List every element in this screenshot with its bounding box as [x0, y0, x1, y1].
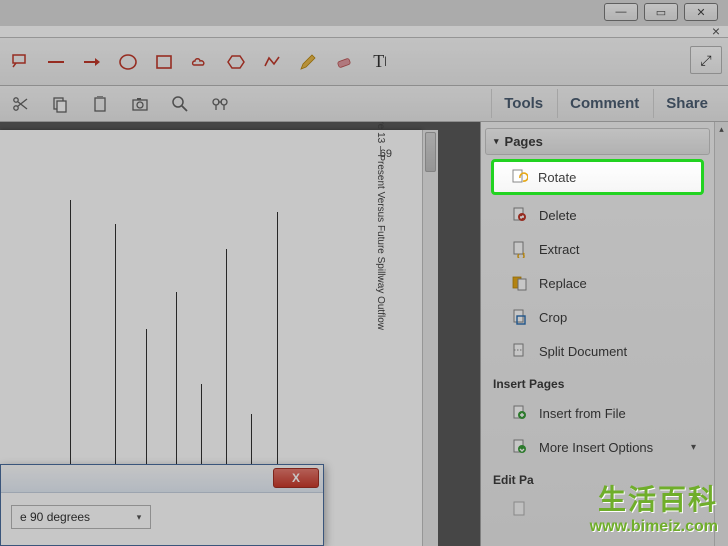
delete-page-icon	[511, 206, 529, 224]
callout-icon[interactable]	[10, 52, 30, 72]
secondary-title-bar: ×	[0, 26, 728, 38]
menu-item-label: Rotate	[538, 170, 576, 185]
text-annotation-icon[interactable]: T|	[370, 52, 390, 72]
comment-tab[interactable]: Comment	[557, 89, 651, 118]
menu-item-label: Replace	[539, 276, 587, 291]
close-icon: X	[292, 471, 300, 485]
close-icon: ✕	[696, 6, 705, 19]
pane-close-button[interactable]: ×	[710, 25, 722, 37]
dialog-close-button[interactable]: X	[273, 468, 319, 488]
dialog-titlebar[interactable]: X	[1, 465, 323, 493]
pencil-icon[interactable]	[298, 52, 318, 72]
scrollbar-thumb[interactable]	[425, 132, 436, 172]
window-close-button[interactable]: ✕	[684, 3, 718, 21]
maximize-icon: ▭	[656, 6, 666, 19]
insert-from-file-item[interactable]: Insert from File	[489, 397, 706, 429]
snapshot-icon[interactable]	[130, 94, 150, 114]
figure-caption: Figure 13 – Present Versus Future Spillw…	[375, 122, 386, 330]
find-icon[interactable]	[210, 94, 230, 114]
expand-toolbar-button[interactable]: ⤢	[690, 46, 722, 74]
oval-icon[interactable]	[118, 52, 138, 72]
insert-file-icon	[511, 404, 529, 422]
pages-panel-title: Pages	[505, 134, 543, 149]
line-icon[interactable]	[46, 52, 66, 72]
secondary-toolbar: Tools Comment Share	[0, 86, 728, 122]
menu-item-label: Extract	[539, 242, 579, 257]
tools-pane: ▾ Pages Rotate Delete Extract Replace	[480, 122, 728, 546]
menu-item-label: Crop	[539, 310, 567, 325]
extract-page-icon	[511, 240, 529, 258]
minimize-icon: —	[616, 6, 627, 18]
copy-icon[interactable]	[50, 94, 70, 114]
pages-panel-header[interactable]: ▾ Pages	[485, 128, 710, 155]
rotate-dialog: X e 90 degrees ▾	[0, 464, 324, 546]
rotation-direction-dropdown[interactable]: e 90 degrees ▾	[11, 505, 151, 529]
share-tab[interactable]: Share	[653, 89, 720, 118]
menu-item-label: Delete	[539, 208, 577, 223]
window-minimize-button[interactable]: —	[604, 3, 638, 21]
extract-pages-item[interactable]: Extract	[489, 233, 706, 265]
scissors-icon[interactable]	[10, 94, 30, 114]
polygon-icon[interactable]	[262, 52, 282, 72]
edit-pages-placeholder-item[interactable]	[489, 493, 706, 525]
expand-icon: ⤢	[700, 52, 711, 69]
replace-page-icon	[511, 274, 529, 292]
rotate-page-icon	[510, 168, 528, 186]
document-scrollbar[interactable]	[422, 130, 438, 546]
hexagon-icon[interactable]	[226, 52, 246, 72]
tools-tab[interactable]: Tools	[491, 89, 555, 118]
clipboard-icon[interactable]	[90, 94, 110, 114]
rotate-pages-item[interactable]: Rotate	[491, 159, 704, 195]
window-maximize-button[interactable]: ▭	[644, 3, 678, 21]
annotation-toolbar: T| ⤢	[0, 38, 728, 86]
page-figure	[70, 200, 322, 506]
insert-pages-header: Insert Pages	[485, 369, 710, 395]
arrow-icon[interactable]	[82, 52, 102, 72]
split-page-icon	[511, 342, 529, 360]
submenu-caret-icon: ▾	[691, 442, 696, 453]
tools-scrollbar[interactable]: ▴	[714, 122, 728, 546]
split-document-item[interactable]: Split Document	[489, 335, 706, 367]
menu-item-label: Split Document	[539, 344, 627, 359]
chevron-down-icon: ▾	[132, 510, 146, 524]
crop-pages-item[interactable]: Crop	[489, 301, 706, 333]
dropdown-value: e 90 degrees	[20, 510, 90, 524]
cloud-icon[interactable]	[190, 52, 210, 72]
eraser-icon[interactable]	[334, 52, 354, 72]
insert-more-icon	[511, 438, 529, 456]
zoom-icon[interactable]	[170, 94, 190, 114]
edit-pages-header: Edit Pa	[485, 465, 710, 491]
collapse-icon: ▾	[494, 136, 499, 147]
page-icon	[511, 500, 529, 518]
menu-item-label: Insert from File	[539, 406, 626, 421]
scroll-up-icon[interactable]: ▴	[715, 122, 728, 136]
menu-item-label: More Insert Options	[539, 440, 653, 455]
crop-page-icon	[511, 308, 529, 326]
replace-pages-item[interactable]: Replace	[489, 267, 706, 299]
delete-pages-item[interactable]: Delete	[489, 199, 706, 231]
rectangle-icon[interactable]	[154, 52, 174, 72]
more-insert-options-item[interactable]: More Insert Options ▾	[489, 431, 706, 463]
